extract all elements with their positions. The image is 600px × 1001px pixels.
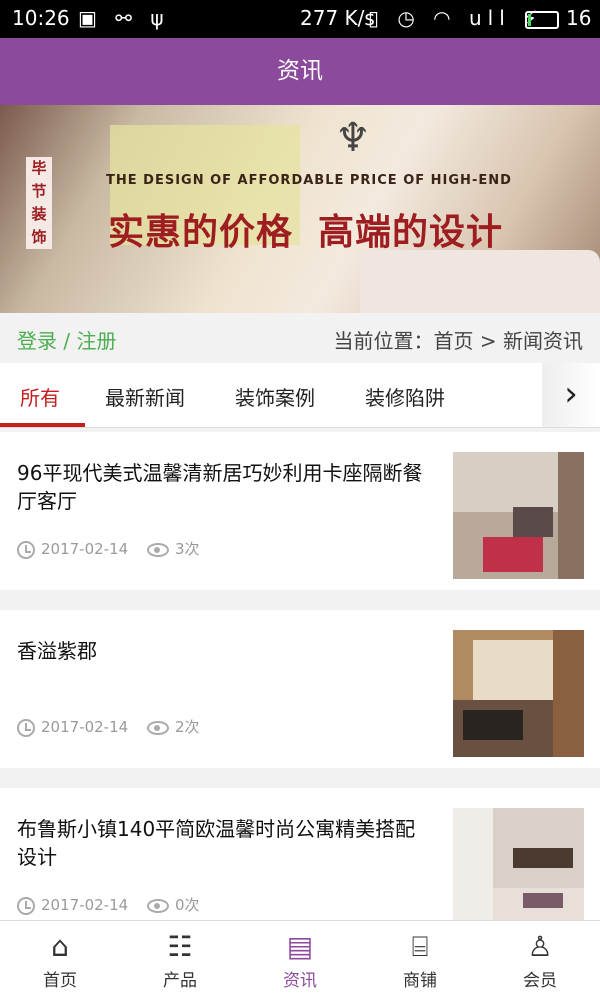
article-date: 2017-02-14 bbox=[41, 718, 129, 736]
shop-icon: ⌸ bbox=[411, 930, 429, 963]
article-title: 布鲁斯小镇140平简欧温馨时尚公寓精美搭配设计 bbox=[17, 817, 416, 869]
system-icons: ▯ ◷ ◠ ull ⚡ bbox=[368, 6, 544, 30]
article-title: 96平现代美式温馨清新居巧妙利用卡座隔断餐厅客厅 bbox=[17, 461, 423, 513]
nav-home[interactable]: ⌂ 首页 bbox=[0, 921, 120, 1001]
article-meta: 2017-02-14 3次 bbox=[17, 538, 200, 559]
tab-all[interactable]: 所有 bbox=[20, 382, 60, 411]
breadcrumb: 当前位置：首页 > 新闻资讯 bbox=[333, 329, 583, 353]
article-thumbnail bbox=[453, 630, 584, 757]
banner-slogan-1: 实惠的价格 bbox=[108, 212, 294, 253]
article-date: 2017-02-14 bbox=[41, 540, 129, 558]
category-tabs: 所有 最新新闻 装饰案例 装修陷阱 › bbox=[0, 363, 600, 428]
nav-members[interactable]: ♙ 会员 bbox=[480, 921, 600, 1001]
article-item[interactable]: 96平现代美式温馨清新居巧妙利用卡座隔断餐厅客厅 2017-02-14 3次 bbox=[0, 432, 600, 590]
status-bar: 10:26 ▣ ⚯ ψ 277 K/s ▯ ◷ ◠ ull ⚡ 16 bbox=[0, 0, 600, 38]
tab-decoration-traps[interactable]: 装修陷阱 bbox=[365, 382, 445, 411]
nav-label: 商铺 bbox=[403, 971, 437, 991]
article-meta: 2017-02-14 0次 bbox=[17, 894, 200, 915]
article-item[interactable]: 香溢紫郡 2017-02-14 2次 bbox=[0, 610, 600, 768]
page-title: 资讯 bbox=[277, 58, 323, 84]
nav-products[interactable]: ☷ 产品 bbox=[120, 921, 240, 1001]
banner-tag: 毕节装饰 bbox=[26, 157, 52, 249]
battery-icon bbox=[525, 11, 559, 29]
news-icon: ▤ bbox=[286, 930, 314, 963]
chandelier-icon: ♆ bbox=[335, 115, 371, 161]
eye-icon bbox=[146, 898, 169, 913]
home-icon: ⌂ bbox=[51, 930, 69, 963]
notification-icons: ▣ ⚯ ψ bbox=[78, 6, 170, 30]
tabs-scroll-right-button[interactable]: › bbox=[542, 363, 600, 427]
article-date: 2017-02-14 bbox=[41, 896, 129, 914]
article-thumbnail bbox=[453, 808, 584, 935]
eye-icon bbox=[146, 542, 169, 557]
eye-icon bbox=[146, 720, 169, 735]
tab-latest-news[interactable]: 最新新闻 bbox=[105, 382, 185, 411]
bottom-nav: ⌂ 首页 ☷ 产品 ▤ 资讯 ⌸ 商铺 ♙ 会员 bbox=[0, 920, 600, 1001]
crumb-bar: 登录 / 注册 当前位置：首页 > 新闻资讯 bbox=[0, 313, 600, 363]
clock-icon bbox=[17, 896, 35, 915]
active-tab-indicator bbox=[0, 423, 85, 427]
article-thumbnail bbox=[453, 452, 584, 579]
battery-level: 16 bbox=[566, 6, 592, 30]
article-views: 3次 bbox=[174, 540, 200, 558]
nav-label: 会员 bbox=[523, 971, 557, 991]
promo-banner[interactable]: ♆ 毕节装饰 THE DESIGN OF AFFORDABLE PRICE OF… bbox=[0, 105, 600, 313]
banner-sofa bbox=[360, 250, 600, 313]
tab-decoration-cases[interactable]: 装饰案例 bbox=[235, 382, 315, 411]
nav-label: 产品 bbox=[163, 971, 197, 991]
nav-label: 首页 bbox=[43, 971, 77, 991]
nav-news[interactable]: ▤ 资讯 bbox=[240, 921, 360, 1001]
list-icon: ☷ bbox=[167, 930, 193, 963]
clock-icon bbox=[17, 718, 35, 737]
banner-english-text: THE DESIGN OF AFFORDABLE PRICE OF HIGH-E… bbox=[106, 173, 512, 188]
nav-label: 资讯 bbox=[283, 971, 317, 991]
chevron-right-icon: › bbox=[564, 374, 578, 414]
login-register-link[interactable]: 登录 / 注册 bbox=[17, 325, 116, 354]
network-speed: 277 K/s bbox=[300, 6, 375, 30]
banner-slogan-2: 高端的设计 bbox=[318, 212, 504, 253]
app-bar: 资讯 bbox=[0, 38, 600, 105]
status-time: 10:26 bbox=[12, 6, 70, 30]
clock-icon bbox=[17, 540, 35, 559]
article-views: 0次 bbox=[174, 896, 200, 914]
nav-shops[interactable]: ⌸ 商铺 bbox=[360, 921, 480, 1001]
article-title: 香溢紫郡 bbox=[17, 639, 97, 663]
user-icon: ♙ bbox=[527, 930, 553, 963]
article-views: 2次 bbox=[174, 718, 200, 736]
article-meta: 2017-02-14 2次 bbox=[17, 716, 200, 737]
